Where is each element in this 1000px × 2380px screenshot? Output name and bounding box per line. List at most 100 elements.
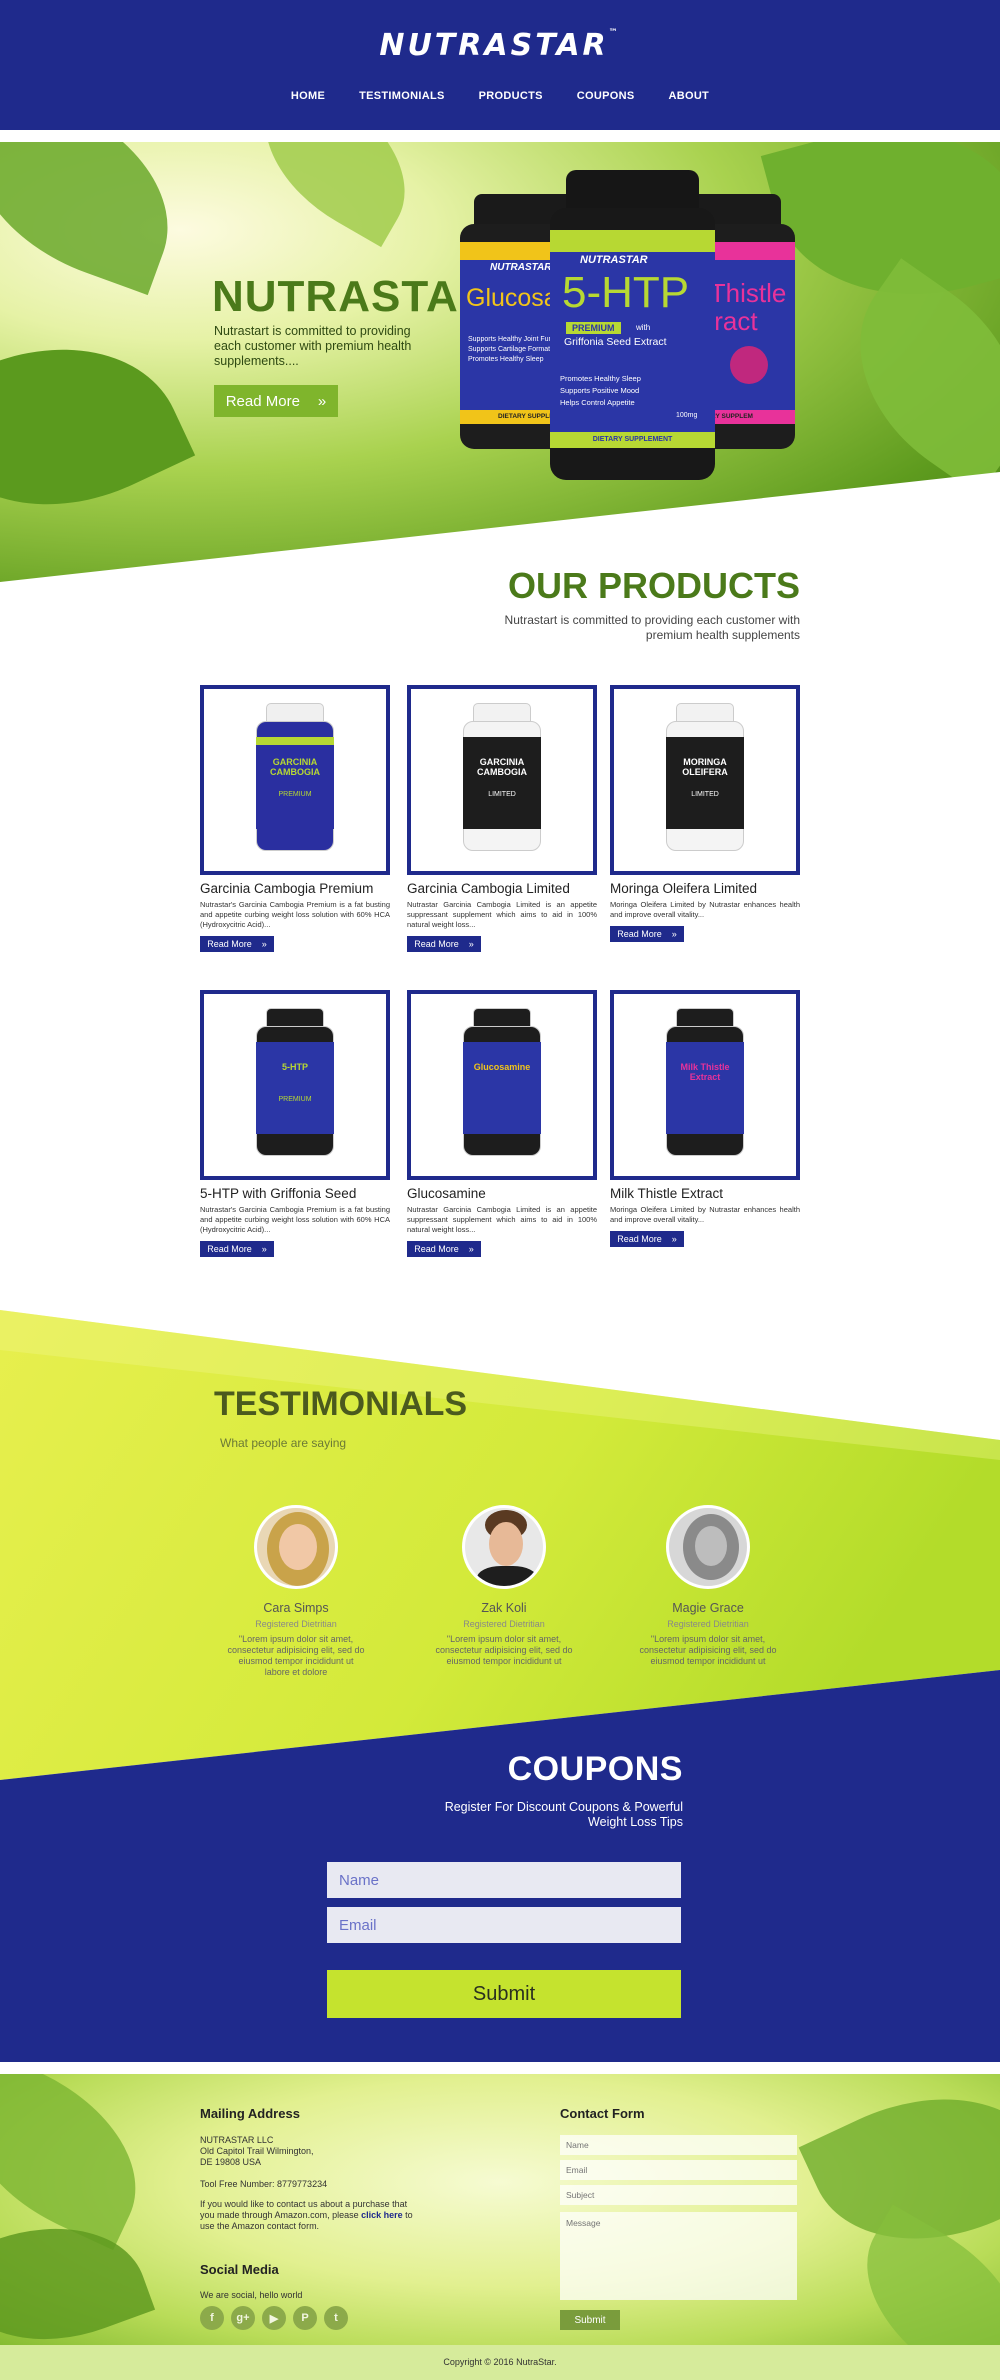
nav-home[interactable]: HOME (291, 90, 325, 102)
mailing-address-title: Mailing Address (200, 2106, 300, 2121)
address-line-1: Old Capitol Trail Wilmington, (200, 2146, 314, 2156)
bottle-badge: PREMIUM (566, 322, 621, 334)
hero-read-more-button[interactable]: Read More » (214, 385, 338, 417)
product-name[interactable]: 5-HTP with Griffonia Seed (200, 1186, 390, 1201)
testimonial-quote: "Lorem ipsum dolor sit amet, consectetur… (639, 1634, 777, 1666)
nav-about[interactable]: ABOUT (668, 90, 709, 102)
amazon-contact-text: If you would like to contact us about a … (200, 2199, 420, 2232)
twitter-icon[interactable]: t (324, 2306, 348, 2330)
social-media-title: Social Media (200, 2262, 279, 2277)
contact-subject-input[interactable] (560, 2185, 797, 2205)
bottle-label-band (463, 737, 541, 745)
product-image[interactable]: MORINGA OLEIFERA LIMITED (610, 685, 800, 875)
bottle-bullet: Supports Cartilage Formation (468, 346, 560, 353)
bottle-label-band (666, 737, 744, 745)
bottle-footer: DIETARY SUPPLEMENT (550, 432, 715, 448)
bottle-dose: 100mg (676, 412, 698, 419)
bottle-label-text: Glucosamine (473, 1062, 531, 1072)
social-media-text: We are social, hello world (200, 2290, 303, 2300)
testimonials-title: TESTIMONIALS (214, 1385, 468, 1423)
avatar (254, 1505, 338, 1589)
bottle-label-panel: GARCINIA CAMBOGIA LIMITED (463, 737, 541, 829)
bottle-bullet: Supports Positive Mood (560, 386, 640, 395)
testimonial-card: Zak Koli Registered Dietritian "Lorem ip… (434, 1505, 574, 1667)
product-image[interactable]: 5-HTP PREMIUM (200, 990, 390, 1180)
bottle-label-text: 5-HTP (281, 1062, 308, 1072)
product-description: Nutrastar's Garcinia Cambogia Premium is… (200, 900, 390, 929)
product-description: Moringa Oleifera Limited by Nutrastar en… (610, 900, 800, 919)
hero-button-label: Read More (225, 392, 300, 410)
product-read-more-button[interactable]: Read More » (407, 936, 481, 952)
testimonial-quote: "Lorem ipsum dolor sit amet, consectetur… (227, 1634, 365, 1677)
product-image[interactable]: GARCINIA CAMBOGIA LIMITED (407, 685, 597, 875)
avatar (666, 1505, 750, 1589)
products-subtitle: Nutrastart is committed to providing eac… (504, 613, 800, 642)
testimonial-role: Registered Dietritian (667, 1619, 749, 1629)
bottle-label-sub: PREMIUM (278, 791, 312, 798)
arrow-icon: » (317, 392, 327, 410)
product-read-more-button[interactable]: Read More » (610, 926, 684, 942)
nav-products[interactable]: PRODUCTS (479, 90, 543, 102)
bottle-label-text: GARCINIA CAMBOGIA (270, 757, 320, 777)
arrow-icon: » (671, 929, 677, 939)
product-name[interactable]: Milk Thistle Extract (610, 1186, 800, 1201)
contact-submit-button[interactable]: Submit (560, 2310, 620, 2330)
contact-form-title: Contact Form (560, 2106, 645, 2121)
coupon-submit-button[interactable]: Submit (327, 1970, 681, 2018)
product-image[interactable]: Glucosamine (407, 990, 597, 1180)
product-read-more-button[interactable]: Read More » (610, 1231, 684, 1247)
coupons-title: COUPONS (507, 1750, 683, 1788)
nav-coupons[interactable]: COUPONS (577, 90, 635, 102)
arrow-icon: » (261, 1244, 267, 1254)
bottle-label-panel: Glucosamine (463, 1042, 541, 1134)
amazon-click-here-link[interactable]: click here (361, 2210, 403, 2220)
contact-name-input[interactable] (560, 2135, 797, 2155)
product-description: Moringa Oleifera Limited by Nutrastar en… (610, 1205, 800, 1224)
product-image[interactable]: Milk Thistle Extract (610, 990, 800, 1180)
hero-text: Nutrastart is committed to providing eac… (214, 324, 412, 368)
product-card: MORINGA OLEIFERA LIMITED Moringa Oleifera … (610, 685, 800, 942)
bottle-label-panel: Milk Thistle Extract (666, 1042, 744, 1134)
facebook-icon[interactable]: f (200, 2306, 224, 2330)
testimonial-name: Magie Grace (672, 1601, 744, 1615)
thistle-flower-icon (730, 346, 768, 384)
google-plus-icon[interactable]: g+ (231, 2306, 255, 2330)
contact-email-input[interactable] (560, 2160, 797, 2180)
bottle-label-panel: GARCINIA CAMBOGIA PREMIUM (256, 737, 334, 829)
bottle-bullet: Promotes Healthy Sleep (468, 356, 544, 363)
copyright: Copyright © 2016 NutraStar. (0, 2345, 1000, 2380)
product-read-more-button[interactable]: Read More » (407, 1241, 481, 1257)
arrow-icon: » (261, 939, 267, 949)
bottle-label-band (256, 737, 334, 745)
bottle-label-sub: PREMIUM (278, 1096, 312, 1103)
product-read-more-button[interactable]: Read More » (200, 936, 274, 952)
bottle-label-band (256, 1042, 334, 1050)
company-name: NUTRASTAR LLC (200, 2135, 274, 2145)
site-logo[interactable]: NUTRASTAR™ (0, 28, 1000, 63)
pinterest-icon[interactable]: P (293, 2306, 317, 2330)
bottle-label-text: Milk Thistle Extract (680, 1062, 730, 1082)
youtube-icon[interactable]: ▶ (262, 2306, 286, 2330)
address-line-2: DE 19808 USA (200, 2157, 262, 2167)
product-description: Nutrastar Garcinia Cambogia Limited is a… (407, 1205, 597, 1234)
nav-testimonials[interactable]: TESTIMONIALS (359, 90, 445, 102)
arrow-icon: » (468, 1244, 474, 1254)
product-name[interactable]: Moringa Oleifera Limited (610, 881, 800, 896)
product-name[interactable]: Garcinia Cambogia Limited (407, 881, 597, 896)
product-image[interactable]: GARCINIA CAMBOGIA PREMIUM (200, 685, 390, 875)
bottle-label-panel: 5-HTP PREMIUM (256, 1042, 334, 1134)
bottle-label-panel: MORINGA OLEIFERA LIMITED (666, 737, 744, 829)
coupon-name-input[interactable] (327, 1862, 681, 1898)
contact-message-input[interactable] (560, 2212, 797, 2300)
testimonial-quote: "Lorem ipsum dolor sit amet, consectetur… (435, 1634, 573, 1666)
product-button-label: Read More (207, 1244, 252, 1254)
product-name[interactable]: Garcinia Cambogia Premium (200, 881, 390, 896)
product-card: 5-HTP PREMIUM 5-HTP with Griffonia Seed Nut… (200, 990, 390, 1257)
coupon-email-input[interactable] (327, 1907, 681, 1943)
testimonial-role: Registered Dietritian (255, 1619, 337, 1629)
product-name[interactable]: Glucosamine (407, 1186, 597, 1201)
bottle-label-text: GARCINIA CAMBOGIA (477, 757, 527, 777)
product-read-more-button[interactable]: Read More » (200, 1241, 274, 1257)
bottle-brand: NUTRASTAR (490, 262, 552, 273)
bottle-label: 5-HTP (562, 268, 690, 317)
